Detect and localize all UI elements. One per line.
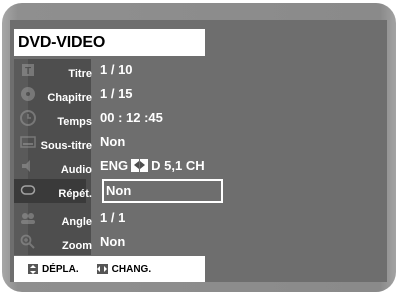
menu-item-chapter[interactable]: Chapitre 1 / 15: [14, 83, 207, 107]
menu-item-label: Titre: [68, 68, 92, 80]
angle-icon: [21, 213, 35, 224]
move-hint-label: DÉPLA.: [42, 263, 79, 275]
menu-item-label: Sous-titre: [40, 140, 92, 152]
up-down-arrows-icon: [28, 264, 38, 274]
menu-item-subtitle[interactable]: Sous-titre Non: [14, 131, 207, 155]
menu-item-repeat[interactable]: Répét. Non: [14, 179, 223, 203]
svg-text:T: T: [25, 66, 31, 77]
change-hint: CHANG.: [96, 263, 152, 275]
menu-item-value: Non: [100, 234, 126, 249]
dolby-digital-icon: [131, 159, 149, 172]
menu-item-value: Non: [100, 134, 126, 149]
subtitle-icon: [20, 136, 36, 148]
change-hint-label: CHANG.: [111, 263, 152, 275]
audio-format: D 5,1 CH: [151, 158, 205, 173]
menu-item-value: 00 : 12 :45: [100, 110, 163, 125]
menu-item-value: 1 / 1: [100, 210, 126, 225]
audio-icon: [22, 160, 30, 172]
menu-item-label: Temps: [57, 116, 92, 128]
menu-item-label: Angle: [61, 216, 92, 228]
page-title: DVD-VIDEO: [14, 29, 205, 56]
menu-item-value: 1 / 10: [100, 62, 133, 77]
audio-language: ENG: [100, 158, 129, 173]
menu-item-angle[interactable]: Angle 1 / 1: [14, 207, 207, 231]
repeat-icon: [20, 185, 36, 195]
menu-item-zoom[interactable]: Zoom Non: [14, 231, 207, 255]
audio-value: ENG D 5,1 CH: [100, 158, 205, 173]
title-icon: T: [22, 64, 34, 77]
menu-item-label: Audio: [60, 164, 92, 176]
footer-hint-bar: DÉPLA. CHANG.: [14, 256, 205, 282]
menu-item-value: 1 / 15: [100, 86, 133, 101]
menu-item-label: Chapitre: [47, 92, 92, 104]
menu-item-audio[interactable]: Audio ENG D 5,1 CH: [14, 155, 207, 179]
repeat-value-box[interactable]: Non: [102, 179, 223, 203]
menu-item-label: Répét.: [58, 188, 92, 200]
menu-item-time[interactable]: Temps 00 : 12 :45: [14, 107, 207, 131]
time-icon: [20, 110, 36, 126]
left-right-arrows-icon: [96, 264, 108, 274]
zoom-icon: [20, 234, 35, 249]
move-hint: DÉPLA.: [28, 264, 79, 275]
chapter-icon: [21, 87, 35, 101]
menu-item-title[interactable]: T Titre 1 / 10: [14, 59, 207, 83]
menu-item-label: Zoom: [62, 240, 92, 252]
